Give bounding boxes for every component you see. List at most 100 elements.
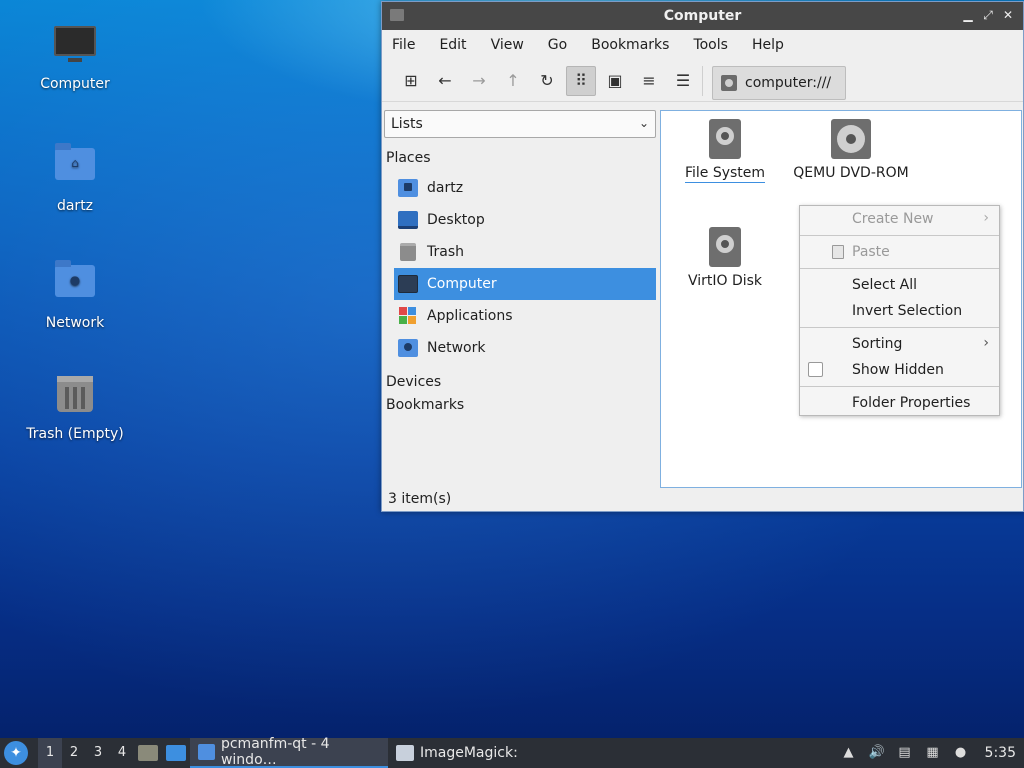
place-label: Applications — [427, 308, 513, 324]
place-item-computer[interactable]: Computer — [394, 268, 656, 300]
desktop-icon-computer[interactable]: Computer — [20, 22, 130, 92]
network-folder-icon — [398, 339, 418, 357]
drive-icon — [721, 75, 737, 91]
close-button[interactable]: ✕ — [1000, 7, 1016, 23]
new-tab-icon[interactable]: ⊞ — [396, 66, 426, 96]
minimize-button[interactable]: ▁ — [960, 7, 976, 23]
reload-icon[interactable]: ↻ — [532, 66, 562, 96]
place-item-home[interactable]: dartz — [394, 172, 656, 204]
place-label: Trash — [427, 244, 464, 260]
side-pane-mode-select[interactable]: Lists ⌄ — [384, 110, 656, 138]
place-item-desktop[interactable]: Desktop — [394, 204, 656, 236]
paste-icon — [832, 245, 844, 259]
desktop-icon-label: Network — [45, 315, 105, 331]
folder-icon — [198, 744, 215, 760]
upload-icon[interactable]: ▲ — [839, 744, 859, 762]
menu-file[interactable]: File — [392, 37, 415, 53]
computer-icon — [398, 275, 418, 293]
menu-tools[interactable]: Tools — [693, 37, 728, 53]
item-qemu-dvd-rom[interactable]: QEMU DVD-ROM — [787, 119, 915, 181]
places-section-header[interactable]: Places — [384, 150, 660, 168]
item-label: File System — [684, 165, 766, 183]
maximize-button[interactable]: ⤢ — [980, 7, 996, 23]
hard-drive-icon — [709, 227, 741, 267]
task-pcmanfm[interactable]: pcmanfm-qt - 4 windo… — [190, 736, 388, 768]
menu-item-sorting[interactable]: Sorting › — [800, 331, 999, 357]
place-item-applications[interactable]: Applications — [394, 300, 656, 332]
chevron-down-icon: ⌄ — [638, 116, 649, 130]
up-icon[interactable]: ↑ — [498, 66, 528, 96]
workspace-3[interactable]: 3 — [86, 738, 110, 768]
menu-item-select-all[interactable]: Select All — [800, 272, 999, 298]
optical-drive-icon — [831, 119, 871, 159]
menu-item-label: Select All — [852, 277, 917, 293]
clock[interactable]: 5:35 — [985, 745, 1016, 761]
applications-icon — [398, 307, 418, 325]
menu-item-label: Paste — [852, 244, 890, 260]
menu-separator — [800, 386, 999, 387]
workspace-1[interactable]: 1 — [38, 738, 62, 768]
hard-drive-icon — [709, 119, 741, 159]
menu-view[interactable]: View — [491, 37, 524, 53]
trash-icon — [53, 376, 97, 420]
desktop-icon-home[interactable]: ⌂ dartz — [20, 140, 130, 214]
place-label: Desktop — [427, 212, 485, 228]
icon-view-icon[interactable]: ⠿ — [566, 65, 596, 96]
task-imagemagick[interactable]: ImageMagick: — [388, 738, 526, 768]
item-virtio-disk[interactable]: VirtIO Disk — [677, 227, 773, 289]
menu-bookmarks[interactable]: Bookmarks — [591, 37, 669, 53]
clipboard-icon[interactable]: ▤ — [895, 744, 915, 762]
workspace-2[interactable]: 2 — [62, 738, 86, 768]
menu-edit[interactable]: Edit — [439, 37, 466, 53]
notification-icon[interactable]: ● — [951, 744, 971, 762]
show-desktop-icon[interactable] — [166, 745, 186, 761]
address-text: computer:/// — [745, 75, 832, 91]
place-label: Network — [427, 340, 486, 356]
volume-icon[interactable]: 🔊 — [867, 744, 887, 762]
thumbnail-view-icon[interactable]: ▣ — [600, 66, 630, 96]
home-folder-icon: ⌂ — [53, 143, 97, 192]
menu-item-show-hidden[interactable]: Show Hidden — [800, 357, 999, 383]
desktop-icon — [398, 211, 418, 229]
back-icon[interactable]: ← — [430, 66, 460, 96]
trash-icon — [400, 243, 416, 261]
menu-item-label: Create New — [852, 211, 934, 227]
desktop-icon-trash[interactable]: Trash (Empty) — [20, 372, 130, 442]
menu-item-create-new[interactable]: Create New › — [800, 206, 999, 232]
show-hidden-checkbox[interactable] — [808, 362, 823, 377]
workspace-4[interactable]: 4 — [110, 738, 134, 768]
place-item-trash[interactable]: Trash — [394, 236, 656, 268]
context-menu: Create New › Paste Select All Invert Sel… — [799, 205, 1000, 416]
file-manager-launcher-icon[interactable] — [138, 745, 158, 761]
start-menu-button[interactable]: ✦ — [4, 741, 28, 765]
desktop-icon-label: Trash (Empty) — [26, 426, 124, 442]
bookmarks-section-header[interactable]: Bookmarks — [384, 397, 660, 415]
system-tray: ▲ 🔊 ▤ ▦ ● 5:35 — [835, 738, 1024, 768]
side-pane: Lists ⌄ Places dartz Desktop Trash Compu… — [384, 110, 660, 490]
task-label: pcmanfm-qt - 4 windo… — [220, 736, 330, 768]
compact-view-icon[interactable]: ≡ — [634, 66, 664, 96]
status-bar: 3 item(s) — [388, 491, 452, 507]
detailed-list-view-icon[interactable]: ☰ — [668, 66, 698, 96]
devices-section-header[interactable]: Devices — [384, 374, 660, 392]
desktop-icon-network[interactable]: ● Network — [20, 257, 130, 331]
window-icon — [396, 745, 414, 761]
address-bar[interactable]: computer:/// — [712, 66, 846, 100]
network-icon[interactable]: ▦ — [923, 744, 943, 762]
menu-item-label: Show Hidden — [852, 362, 944, 378]
item-label: VirtIO Disk — [687, 273, 763, 289]
menu-help[interactable]: Help — [752, 37, 784, 53]
menu-item-label: Folder Properties — [852, 395, 971, 411]
forward-icon[interactable]: → — [464, 66, 494, 96]
home-folder-icon — [398, 179, 418, 197]
menu-item-folder-properties[interactable]: Folder Properties — [800, 390, 999, 416]
place-item-network[interactable]: Network — [394, 332, 656, 364]
network-folder-icon: ● — [53, 260, 97, 309]
item-file-system[interactable]: File System — [677, 119, 773, 183]
menu-item-paste[interactable]: Paste — [800, 239, 999, 265]
menu-go[interactable]: Go — [548, 37, 567, 53]
chevron-right-icon: › — [983, 335, 989, 351]
title-bar[interactable]: Computer ▁ ⤢ ✕ — [382, 2, 1023, 30]
menu-item-invert-selection[interactable]: Invert Selection — [800, 298, 999, 324]
taskbar: ✦ 1 2 3 4 pcmanfm-qt - 4 windo… ImageMag… — [0, 736, 1024, 768]
